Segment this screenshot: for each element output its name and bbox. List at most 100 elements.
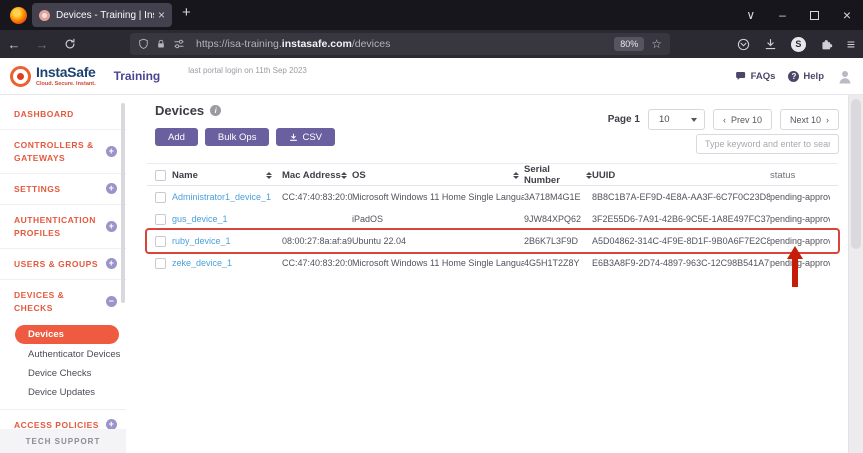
faqs-link[interactable]: FAQs: [735, 71, 776, 82]
collapse-minus-icon[interactable]: −: [106, 296, 117, 307]
expand-plus-icon[interactable]: +: [106, 221, 117, 232]
info-icon[interactable]: i: [210, 105, 221, 116]
chevron-right-icon: ›: [826, 115, 829, 125]
firefox-icon[interactable]: [10, 7, 27, 24]
downloads-icon[interactable]: [764, 38, 777, 51]
bookmark-star-icon[interactable]: ☆: [651, 37, 662, 51]
row-checkbox[interactable]: [155, 214, 166, 225]
question-circle-icon: ?: [788, 71, 799, 82]
page-scrollbar[interactable]: [848, 95, 863, 453]
table-row-highlighted[interactable]: ruby_device_1 08:00:27:8a:af:a9 Ubuntu 2…: [147, 230, 838, 252]
sidebar-item-controllers-gateways[interactable]: CONTROLLERS & GATEWAYS +: [0, 129, 126, 173]
tech-support-footer[interactable]: TECH SUPPORT: [0, 429, 126, 453]
devices-table: Name Mac Address OS Serial Number UUID s…: [147, 163, 838, 274]
lock-icon[interactable]: [156, 38, 166, 50]
expand-plus-icon[interactable]: +: [106, 258, 117, 269]
search-input[interactable]: [696, 134, 839, 154]
maximize-button[interactable]: [810, 11, 819, 20]
page-indicator: Page 1: [608, 114, 640, 125]
main-content: Devices i Add Bulk Ops CSV Page 1 10 ‹ P…: [126, 95, 846, 453]
instasafe-logo[interactable]: InstaSafe Cloud. Secure. Instant.: [10, 65, 96, 87]
sidebar-subitem-authenticator-devices[interactable]: Authenticator Devices: [0, 345, 126, 364]
tenant-name: Training: [114, 69, 161, 83]
expand-plus-icon[interactable]: +: [106, 146, 117, 157]
status-badge: pending-approval: [770, 236, 830, 246]
last-login-text: last portal login on 11th Sep 2023: [188, 66, 307, 75]
menu-hamburger-icon[interactable]: ≡: [847, 36, 855, 52]
scrollbar-thumb[interactable]: [851, 99, 861, 249]
url-text[interactable]: https://isa-training.instasafe.com/devic…: [196, 38, 607, 50]
device-name-link[interactable]: zeke_device_1: [172, 258, 282, 268]
add-button[interactable]: Add: [155, 128, 198, 146]
expand-plus-icon[interactable]: +: [106, 183, 117, 194]
csv-download-button[interactable]: CSV: [276, 128, 335, 146]
help-link[interactable]: ? Help: [788, 71, 824, 82]
user-avatar-icon[interactable]: [837, 69, 853, 85]
pagination: Page 1 10 ‹ Prev 10 Next 10 ›: [608, 109, 839, 130]
prev-page-button[interactable]: ‹ Prev 10: [713, 109, 772, 130]
page-size-select[interactable]: 10: [648, 109, 705, 130]
instasafe-logo-icon: [10, 66, 31, 87]
reload-icon[interactable]: [56, 38, 84, 50]
sidebar-item-devices-checks[interactable]: DEVICES & CHECKS −: [0, 279, 126, 323]
sidebar-subitem-device-updates[interactable]: Device Updates: [0, 383, 126, 402]
row-checkbox[interactable]: [155, 236, 166, 247]
status-badge: pending-approval: [770, 192, 830, 202]
status-badge: pending-approval: [770, 214, 830, 224]
browser-window: Devices - Training | InstaSafe × + ∨ – ×…: [0, 0, 863, 453]
pocket-icon[interactable]: [737, 38, 750, 51]
toolbar-right-icons: S ≡: [737, 30, 855, 58]
logo-name: InstaSafe: [36, 65, 96, 79]
sidebar: DASHBOARD CONTROLLERS & GATEWAYS + SETTI…: [0, 95, 126, 453]
instasafe-favicon-icon: [39, 10, 50, 21]
sidebar-subitem-device-checks[interactable]: Device Checks: [0, 364, 126, 383]
zoom-level-badge[interactable]: 80%: [614, 37, 644, 51]
window-controls: ∨ – ×: [746, 0, 851, 30]
next-page-button[interactable]: Next 10 ›: [780, 109, 839, 130]
minimize-button[interactable]: –: [779, 9, 786, 21]
row-checkbox[interactable]: [155, 258, 166, 269]
chevron-left-icon: ‹: [723, 115, 726, 125]
table-row[interactable]: gus_device_1 iPadOS 9JW84XPQ62 3F2E55D6-…: [147, 208, 838, 230]
chevron-down-icon: [691, 118, 697, 122]
logo-tagline: Cloud. Secure. Instant.: [36, 81, 96, 87]
sidebar-item-settings[interactable]: SETTINGS +: [0, 173, 126, 204]
page-title: Devices i: [155, 103, 221, 118]
sort-os-icon[interactable]: [513, 172, 519, 179]
forward-icon[interactable]: →: [28, 37, 56, 52]
permissions-sliders-icon[interactable]: [173, 38, 185, 50]
table-row[interactable]: Administrator1_device_1 CC:47:40:83:20:0…: [147, 186, 838, 208]
sidebar-item-dashboard[interactable]: DASHBOARD: [0, 99, 126, 129]
devices-checks-submenu: Devices Authenticator Devices Device Che…: [0, 323, 126, 409]
new-tab-button[interactable]: +: [182, 4, 191, 21]
device-name-link[interactable]: ruby_device_1: [172, 236, 282, 246]
tab-title: Devices - Training | InstaSafe: [56, 10, 154, 21]
device-name-link[interactable]: Administrator1_device_1: [172, 192, 282, 202]
table-header-row: Name Mac Address OS Serial Number UUID s…: [147, 163, 838, 186]
tab-close-icon[interactable]: ×: [158, 8, 165, 22]
annotation-arrow-shaft: [792, 257, 798, 287]
bulk-ops-button[interactable]: Bulk Ops: [205, 128, 270, 146]
device-name-link[interactable]: gus_device_1: [172, 214, 282, 224]
extensions-puzzle-icon[interactable]: [820, 38, 833, 51]
tab-list-chevron-icon[interactable]: ∨: [746, 9, 755, 21]
row-checkbox[interactable]: [155, 192, 166, 203]
shield-icon[interactable]: [138, 38, 149, 50]
sidebar-scrollbar[interactable]: [121, 103, 125, 303]
table-row[interactable]: zeke_device_1 CC:47:40:83:20:00 Microsof…: [147, 252, 838, 274]
sort-mac-icon[interactable]: [341, 172, 347, 179]
back-icon[interactable]: ←: [0, 37, 28, 52]
sidebar-item-authentication-profiles[interactable]: AUTHENTICATION PROFILES +: [0, 204, 126, 248]
sidebar-item-users-groups[interactable]: USERS & GROUPS +: [0, 248, 126, 279]
download-icon: [289, 133, 298, 142]
url-bar[interactable]: https://isa-training.instasafe.com/devic…: [130, 33, 670, 55]
sidebar-subitem-devices[interactable]: Devices: [15, 325, 119, 344]
app-header: InstaSafe Cloud. Secure. Instant. Traini…: [0, 58, 863, 95]
browser-titlebar: Devices - Training | InstaSafe × + ∨ – ×: [0, 0, 863, 30]
sort-name-icon[interactable]: [266, 172, 272, 179]
account-avatar-icon[interactable]: S: [791, 37, 806, 52]
browser-tab[interactable]: Devices - Training | InstaSafe ×: [32, 3, 172, 27]
chat-bubble-icon: [735, 71, 747, 82]
close-window-button[interactable]: ×: [843, 8, 851, 22]
select-all-checkbox[interactable]: [155, 170, 166, 181]
